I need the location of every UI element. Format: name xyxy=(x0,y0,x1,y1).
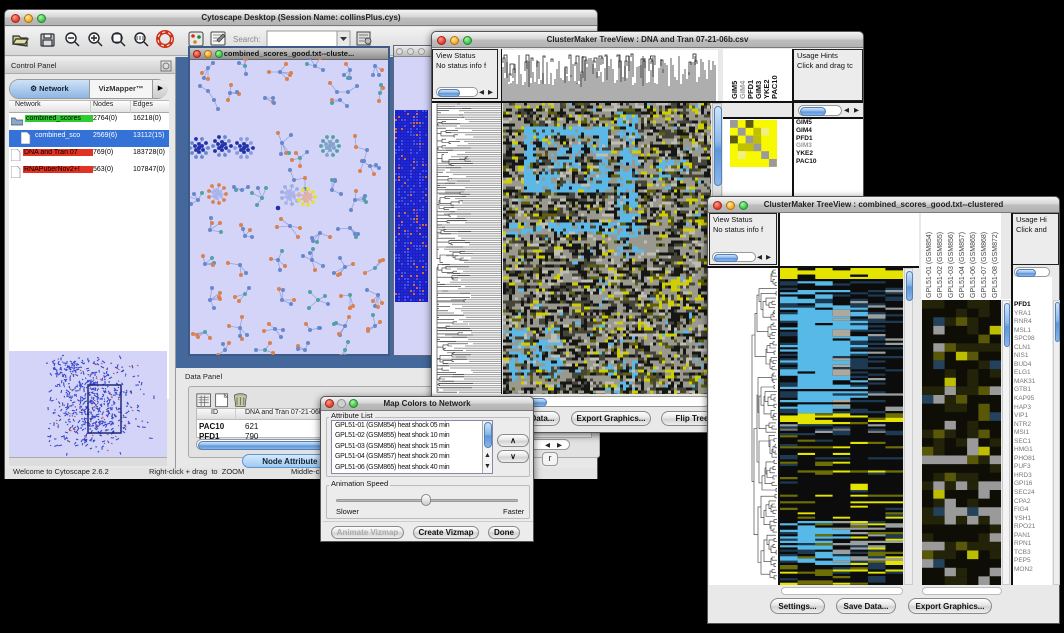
svg-text:GPL51-04 (GSM857): GPL51-04 (GSM857) xyxy=(959,232,966,298)
svg-text:GPL51-08 (GSM872): GPL51-08 (GSM872) xyxy=(992,232,999,298)
svg-text:GPL51-02 (GSM855): GPL51-02 (GSM855) xyxy=(937,232,944,298)
svg-text:GPL51-07 (GSM868): GPL51-07 (GSM868) xyxy=(981,232,988,298)
svg-text:Search:: Search: xyxy=(233,35,261,44)
svg-text:GPL51-06 (GSM865): GPL51-06 (GSM865) xyxy=(970,232,977,298)
svg-text:GPL51-03 (GSM856): GPL51-03 (GSM856) xyxy=(948,232,955,298)
svg-text:GPL51-01 (GSM854): GPL51-01 (GSM854) xyxy=(926,232,933,298)
svg-text:PAC10: PAC10 xyxy=(770,75,779,99)
